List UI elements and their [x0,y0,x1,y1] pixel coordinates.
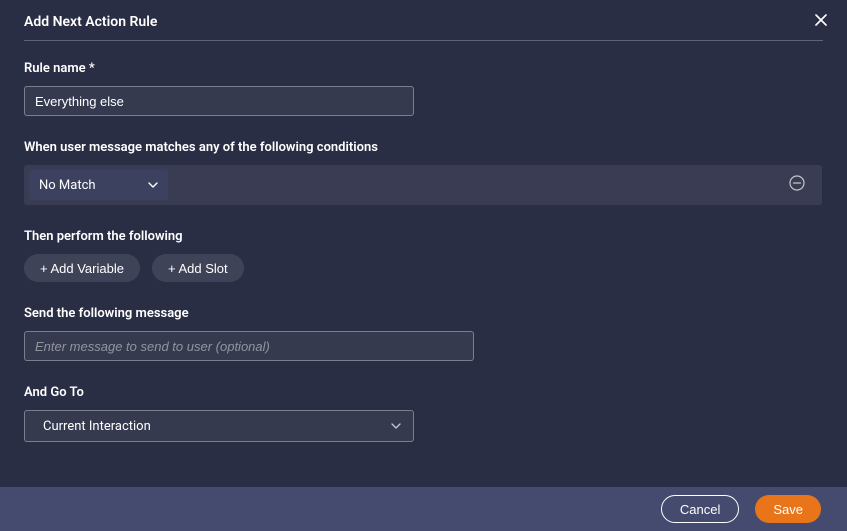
dialog-title: Add Next Action Rule [24,14,157,30]
header-divider [24,40,823,41]
rule-name-input[interactable] [24,86,414,116]
match-type-value: No Match [39,178,96,193]
actions-label: Then perform the following [24,229,823,244]
add-slot-button[interactable]: + Add Slot [152,254,244,282]
remove-condition-button[interactable] [787,175,807,195]
save-button[interactable]: Save [755,495,821,523]
rule-name-label: Rule name * [24,61,823,76]
chevron-down-icon [391,423,401,429]
conditions-label: When user message matches any of the fol… [24,140,823,155]
goto-label: And Go To [24,385,823,400]
goto-select[interactable]: Current Interaction [24,410,414,442]
close-icon [815,11,827,30]
dialog-footer: Cancel Save [0,487,847,531]
minus-circle-icon [789,175,805,195]
match-type-select[interactable]: No Match [29,170,168,200]
message-label: Send the following message [24,306,823,321]
chevron-down-icon [148,182,158,188]
message-input[interactable] [24,331,474,361]
add-variable-button[interactable]: + Add Variable [24,254,140,282]
cancel-button[interactable]: Cancel [661,495,739,523]
condition-row: No Match [24,165,822,205]
goto-value: Current Interaction [43,419,151,434]
close-button[interactable] [811,10,831,30]
